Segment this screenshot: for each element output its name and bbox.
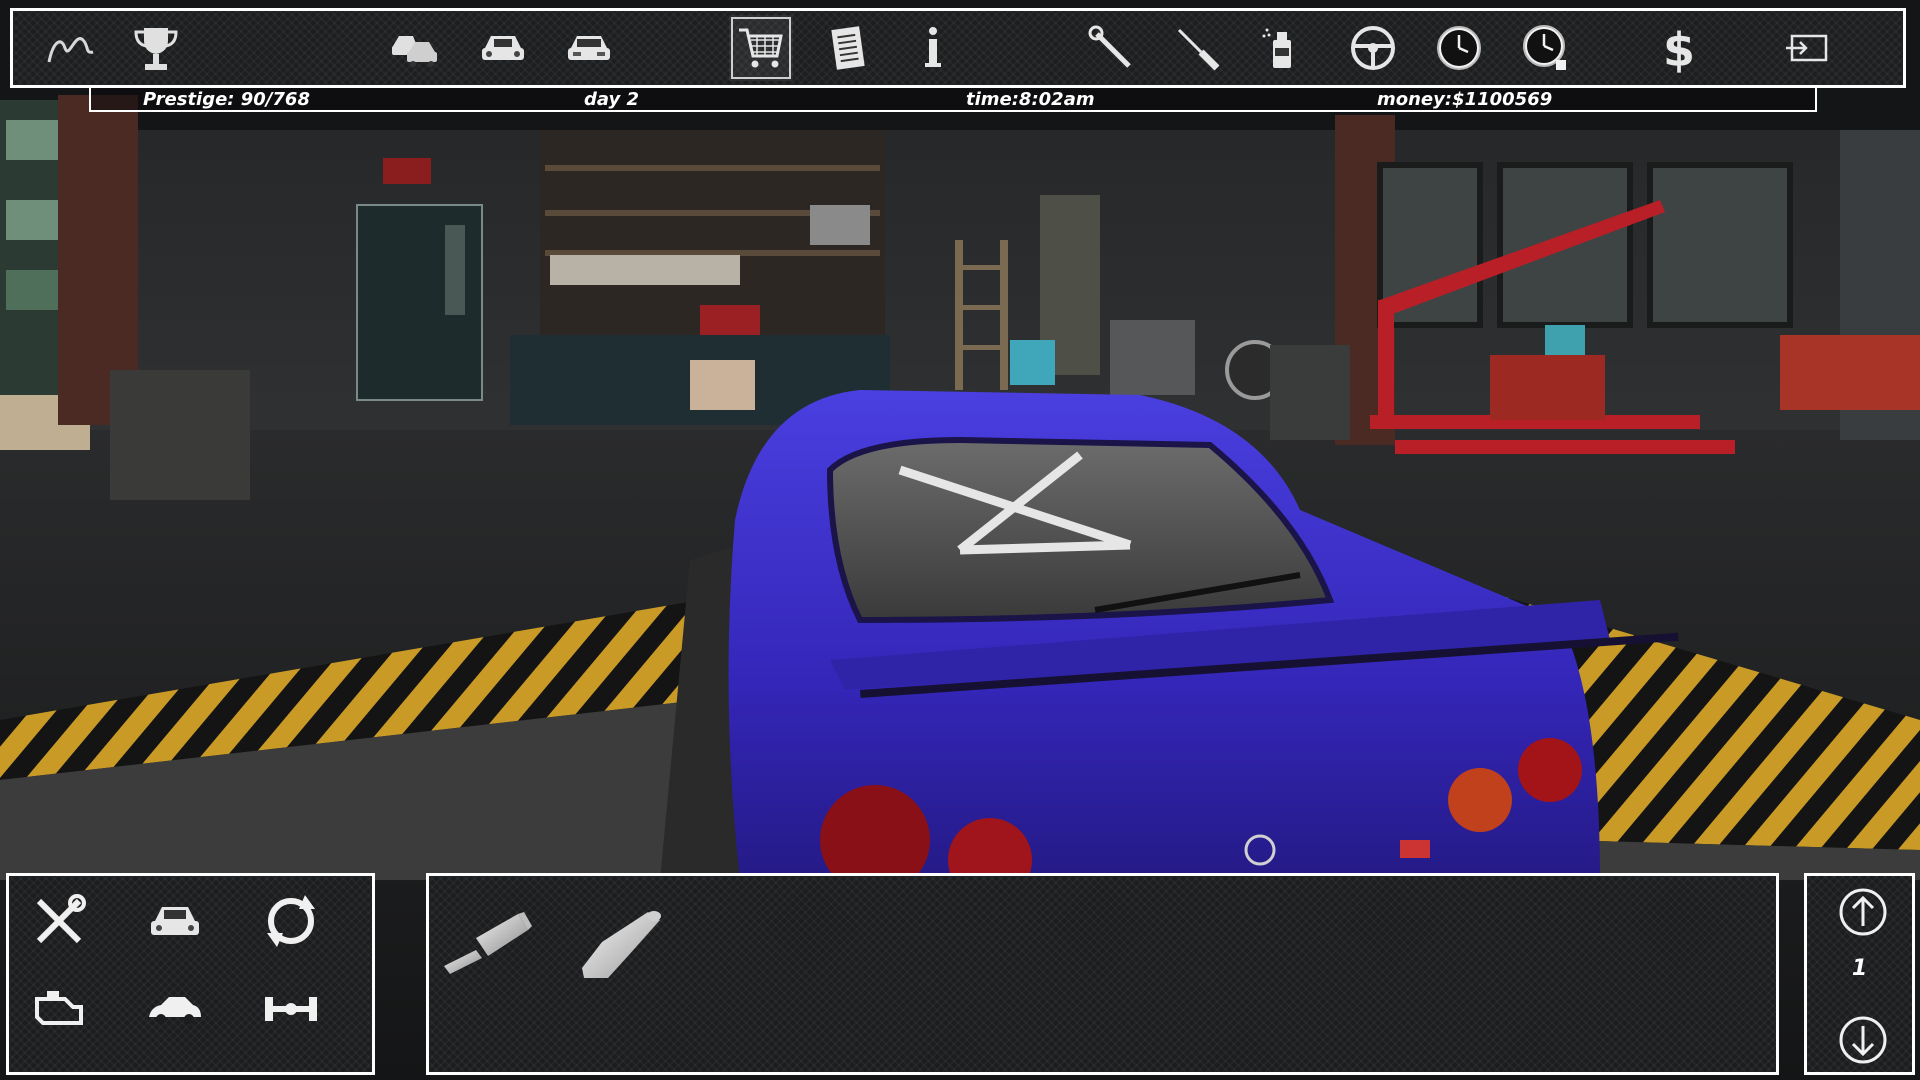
car-front-icon[interactable] bbox=[557, 15, 621, 81]
tools-icon[interactable] bbox=[21, 888, 97, 954]
top-toolbar: $ bbox=[10, 8, 1906, 88]
page-down-icon[interactable] bbox=[1837, 1014, 1889, 1066]
category-panel bbox=[6, 873, 375, 1075]
clock-icon[interactable] bbox=[1427, 15, 1491, 81]
garage-windows bbox=[1377, 162, 1793, 328]
page-indicator: 1 bbox=[1851, 956, 1868, 981]
wrench-icon[interactable] bbox=[1079, 15, 1143, 81]
svg-text:$: $ bbox=[1663, 23, 1695, 74]
day-text: day 2 bbox=[584, 89, 640, 110]
exhaust-tip-icon[interactable] bbox=[565, 896, 675, 986]
shop-cart-icon[interactable] bbox=[729, 15, 793, 81]
jobs-list-icon[interactable] bbox=[816, 15, 880, 81]
steering-wheel-icon[interactable] bbox=[1341, 15, 1405, 81]
rotate-icon[interactable] bbox=[253, 888, 329, 954]
screwdriver-icon[interactable] bbox=[1165, 15, 1229, 81]
car-body-icon[interactable] bbox=[137, 888, 213, 954]
back-shelves bbox=[510, 130, 890, 425]
track-icon[interactable] bbox=[39, 15, 103, 81]
trophy-icon[interactable] bbox=[124, 15, 188, 81]
time-text: time:8:02am bbox=[966, 89, 1095, 110]
page-nav-panel: 1 bbox=[1804, 873, 1915, 1075]
page-up-icon[interactable] bbox=[1837, 886, 1889, 938]
car-dealer-icon[interactable] bbox=[383, 15, 447, 81]
info-icon[interactable] bbox=[901, 15, 965, 81]
dollar-icon[interactable]: $ bbox=[1647, 15, 1711, 81]
status-bar: Prestige: 90/768 day 2 time:8:02am money… bbox=[89, 88, 1817, 112]
timer-icon[interactable] bbox=[1514, 15, 1578, 81]
paint-spray-icon[interactable] bbox=[1251, 15, 1315, 81]
prestige-text: Prestige: 90/768 bbox=[143, 89, 310, 110]
axle-icon[interactable] bbox=[253, 976, 329, 1042]
my-cars-icon[interactable] bbox=[471, 15, 535, 81]
exit-icon[interactable] bbox=[1776, 15, 1840, 81]
money-text: money:$1100569 bbox=[1377, 89, 1553, 110]
engine-icon[interactable] bbox=[21, 976, 97, 1042]
car-shell-icon[interactable] bbox=[137, 976, 213, 1042]
exhaust-muffler-icon[interactable] bbox=[433, 896, 543, 986]
parts-panel bbox=[426, 873, 1779, 1075]
